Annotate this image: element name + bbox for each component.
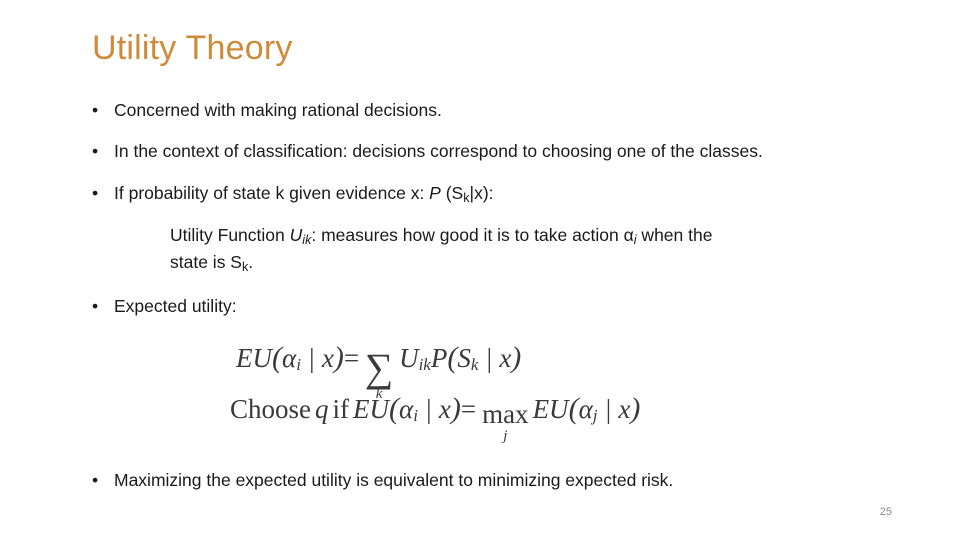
eq1-u: U	[399, 343, 419, 374]
bullet-text-2: In the context of classification: decisi…	[114, 141, 763, 162]
eq2-choose: Choose	[230, 394, 311, 424]
bullet-item-4: • Expected utility:	[78, 294, 888, 319]
eq1-eu: EU	[236, 343, 272, 374]
bullet-item-2: • In the context of classification: deci…	[78, 139, 888, 164]
utility-function-line-2: state is Sk.	[170, 250, 858, 276]
bullet-text-4: Expected utility:	[114, 295, 237, 316]
eq2-bar-x: | x	[417, 394, 451, 424]
equation-image: EU(αi | x)= ∑ k UikP(Sk | x) Choose q if EU…	[230, 340, 716, 450]
eq1-alpha: α	[282, 343, 297, 374]
utility-function-line-1: Utility Function Uik: measures how good …	[170, 223, 858, 249]
bullet-3-math-close: |x):	[469, 182, 494, 203]
uf2-suffix: .	[248, 251, 254, 272]
bullet-3-math-p: P	[429, 182, 441, 203]
eq2-bar-x-2: | x	[597, 394, 631, 424]
uf-prefix: Utility Function	[170, 225, 290, 246]
slide: Utility Theory • Concerned with making r…	[0, 0, 960, 540]
eq1-p-bar-x: | x	[478, 343, 512, 374]
eq1-s: S	[457, 343, 471, 374]
eq2-close-paren: )	[450, 392, 461, 425]
uf-symbol-u: U	[289, 225, 303, 246]
eq2-eu2: EU	[532, 394, 569, 424]
bullet-3-math-open: (S	[440, 182, 464, 203]
uf-suffix: when the	[636, 225, 713, 246]
slide-body: • Concerned with making rational decisio…	[78, 98, 888, 335]
page-number: 25	[879, 506, 892, 518]
eq2-open-paren: (	[389, 392, 399, 425]
eq1-p: P	[430, 343, 448, 374]
page-title: Utility Theory	[92, 29, 293, 67]
eq1-summation: ∑ k	[359, 340, 399, 402]
eq1-close-paren: )	[333, 341, 344, 375]
eq2-if: if	[332, 394, 350, 424]
equation-line-1: EU(αi | x)= ∑ k UikP(Sk | x)	[236, 340, 522, 402]
eq1-bar-x: | x	[300, 343, 334, 374]
eq1-open-paren: (	[272, 341, 282, 375]
eq2-alpha: α	[399, 394, 414, 424]
sigma-icon: ∑	[364, 345, 394, 390]
eq2-max: max	[482, 398, 529, 429]
bullet-text-3: If probability of state k given evidence…	[114, 181, 888, 207]
bullet-marker-icon: •	[92, 141, 99, 162]
eq2-max-operator: max j	[482, 398, 529, 444]
eq1-u-sub: ik	[418, 355, 431, 375]
bullet-marker-icon: •	[92, 182, 99, 203]
bullet-3-prefix: If probability of state k given evidence…	[114, 182, 430, 203]
eq2-q: q	[315, 394, 329, 424]
utility-function-definition: Utility Function Uik: measures how good …	[170, 223, 888, 276]
equation-line-2: Choose q if EU(αi | x)= max j EU(αj | x)	[230, 392, 641, 444]
eq2-close-paren-2: )	[630, 392, 641, 425]
bullet-item-5: • Maximizing the expected utility is equ…	[78, 468, 934, 493]
eq2-max-index: j	[503, 427, 508, 444]
bullet-marker-icon: •	[92, 295, 99, 316]
bullet-text-1: Concerned with making rational decisions…	[114, 100, 442, 120]
eq2-alpha2: α	[578, 394, 593, 424]
eq1-p-open-paren: (	[447, 341, 458, 375]
eq1-p-close-paren: )	[511, 341, 522, 375]
uf-symbol-alpha: α	[623, 225, 634, 246]
uf-middle: : measures how good it is to take action	[311, 225, 624, 246]
uf-symbol-u-sub: ik	[302, 233, 312, 248]
bullet-item-3: • If probability of state k given eviden…	[78, 181, 888, 207]
eq1-equals: =	[343, 343, 360, 374]
bullet-text-5: Maximizing the expected utility is equiv…	[114, 470, 674, 490]
eq2-equals: =	[460, 394, 477, 424]
bullet-item-1: • Concerned with making rational decisio…	[78, 98, 888, 123]
bullet-marker-icon: •	[92, 470, 99, 490]
bullet-marker-icon: •	[92, 100, 99, 120]
eq2-open-paren-2: (	[568, 392, 579, 425]
eq2-eu: EU	[353, 394, 389, 424]
uf2-prefix: state is S	[170, 251, 242, 272]
